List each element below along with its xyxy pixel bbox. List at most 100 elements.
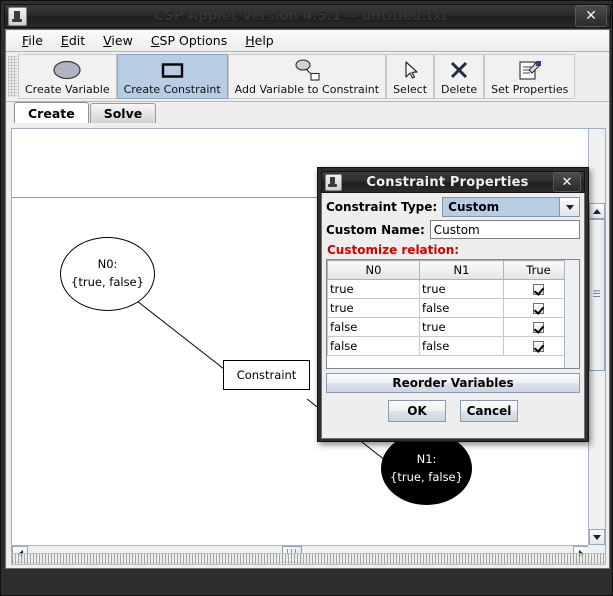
- toolbar-button-set-properties[interactable]: Set Properties: [484, 54, 576, 99]
- cell-n0[interactable]: true: [327, 298, 420, 318]
- tab-solve[interactable]: Solve: [89, 103, 157, 123]
- menu-item-csp-options-label: SP Options: [159, 33, 228, 48]
- graph-node-n0[interactable]: N0: {true, false}: [60, 237, 155, 311]
- constraint-type-value: Custom: [448, 200, 500, 214]
- graph-node-n1-title: N1:: [416, 451, 437, 466]
- constraint-properties-dialog: Constraint Properties ✕ Constraint Type:…: [317, 167, 589, 442]
- application-window: CSP Applet Version 4.5.1 -- untitled.txt…: [0, 0, 613, 596]
- relation-col-true[interactable]: True: [503, 260, 574, 280]
- menu-item-view-label: iew: [111, 33, 133, 48]
- cancel-button[interactable]: Cancel: [460, 400, 518, 422]
- cell-true[interactable]: [503, 336, 574, 356]
- cell-n1[interactable]: false: [419, 336, 504, 356]
- tab-create-label: Create: [28, 105, 75, 121]
- status-bar: [11, 553, 606, 565]
- relation-col-n1[interactable]: N1: [419, 260, 504, 280]
- table-row[interactable]: false false: [327, 336, 574, 356]
- cell-n1[interactable]: true: [419, 279, 504, 299]
- table-row[interactable]: true false: [327, 298, 574, 318]
- dialog-titlebar: Constraint Properties ✕: [321, 171, 585, 193]
- graph-constraint-box[interactable]: Constraint: [223, 360, 310, 390]
- window-titlebar: CSP Applet Version 4.5.1 -- untitled.txt…: [4, 4, 611, 28]
- toolbar: Create Variable Create Constraint Add Va…: [6, 52, 609, 102]
- chevron-down-icon[interactable]: [559, 198, 579, 216]
- relation-checkbox[interactable]: [533, 322, 544, 333]
- x-cross-icon: [448, 58, 470, 82]
- relation-table-vertical-scrollbar[interactable]: [564, 260, 579, 368]
- chevron-down-icon: [593, 534, 601, 540]
- tab-strip: Create Solve: [6, 102, 609, 123]
- graph-constraint-box-label: Constraint: [236, 368, 297, 382]
- relation-checkbox[interactable]: [533, 303, 544, 314]
- cell-n0[interactable]: true: [327, 279, 420, 299]
- toolbar-drag-handle[interactable]: [8, 56, 17, 97]
- constraint-type-select[interactable]: Custom: [442, 197, 580, 217]
- link-node-icon: [290, 58, 324, 82]
- tab-solve-label: Solve: [103, 106, 143, 121]
- ok-button[interactable]: OK: [388, 400, 446, 422]
- menu-item-file[interactable]: File: [13, 31, 52, 50]
- cell-true[interactable]: [503, 279, 574, 299]
- dialog-title: Constraint Properties: [366, 174, 529, 190]
- canvas-scroll-down-button[interactable]: [589, 529, 605, 545]
- relation-table-panel: N0 N1 True true true true false false tr…: [326, 259, 580, 369]
- graph-node-n0-title: N0:: [97, 257, 118, 272]
- table-row[interactable]: true true: [327, 279, 574, 299]
- chevron-up-icon: [593, 208, 601, 214]
- menu-item-edit[interactable]: Edit: [52, 31, 94, 50]
- java-coffee-cup-icon: [8, 6, 27, 26]
- relation-table: N0 N1 True true true true false false tr…: [327, 260, 574, 356]
- cell-n1[interactable]: true: [419, 317, 504, 337]
- menu-item-file-label: ile: [28, 33, 43, 48]
- toolbar-label-create-constraint: Create Constraint: [123, 83, 221, 96]
- reorder-variables-button[interactable]: Reorder Variables: [326, 373, 580, 393]
- constraint-type-row: Constraint Type: Custom: [326, 197, 580, 217]
- ellipse-icon: [52, 58, 82, 82]
- window-title: CSP Applet Version 4.5.1 -- untitled.txt: [154, 8, 448, 24]
- customize-relation-label: Customize relation:: [327, 243, 460, 257]
- cell-true[interactable]: [503, 317, 574, 337]
- menu-item-view[interactable]: View: [94, 31, 142, 50]
- relation-checkbox[interactable]: [533, 341, 544, 352]
- client-area: File Edit View CSP Options Help Create V…: [5, 29, 610, 569]
- canvas-scroll-up-button[interactable]: [589, 203, 605, 219]
- window-close-button[interactable]: ✕: [575, 5, 607, 27]
- relation-table-body: true true true false false true false fa…: [327, 279, 574, 356]
- dialog-button-row: OK Cancel: [326, 400, 580, 422]
- toolbar-button-add-variable-to-constraint[interactable]: Add Variable to Constraint: [227, 54, 387, 99]
- relation-col-n0[interactable]: N0: [327, 260, 420, 280]
- cell-true[interactable]: [503, 298, 574, 318]
- custom-name-input[interactable]: Custom: [429, 220, 580, 239]
- menu-item-csp-options[interactable]: CSP Options: [142, 31, 236, 50]
- dialog-body: Constraint Type: Custom Custom Name: Cus…: [321, 193, 585, 439]
- table-row[interactable]: false true: [327, 317, 574, 337]
- cell-n1[interactable]: false: [419, 298, 504, 318]
- toolbar-button-create-constraint[interactable]: Create Constraint: [116, 54, 228, 99]
- toolbar-label-set-properties: Set Properties: [491, 83, 569, 96]
- properties-sheet-icon: [517, 58, 543, 82]
- graph-node-n0-domain: {true, false}: [71, 275, 144, 289]
- graph-node-n1-domain: {true, false}: [390, 469, 463, 484]
- toolbar-button-create-variable[interactable]: Create Variable: [18, 54, 117, 99]
- cell-n0[interactable]: false: [327, 317, 420, 337]
- menu-bar: File Edit View CSP Options Help: [6, 30, 609, 52]
- menu-item-edit-label: dit: [68, 33, 86, 48]
- toolbar-label-add-variable-to-constraint: Add Variable to Constraint: [234, 83, 380, 96]
- canvas-vertical-scroll-thumb[interactable]: ☰: [589, 219, 605, 371]
- relation-table-header-row: N0 N1 True: [327, 260, 574, 280]
- custom-name-label: Custom Name:: [326, 222, 425, 237]
- tab-create[interactable]: Create: [14, 102, 89, 123]
- constraint-type-label: Constraint Type:: [326, 200, 438, 214]
- toolbar-button-select[interactable]: Select: [386, 54, 435, 99]
- dialog-close-button[interactable]: ✕: [553, 172, 581, 192]
- dialog-java-icon: [325, 173, 342, 191]
- combo-arrow: [565, 204, 574, 210]
- cell-n0[interactable]: false: [327, 336, 420, 356]
- rectangle-icon: [157, 58, 187, 82]
- menu-item-help[interactable]: Help: [236, 31, 283, 50]
- cursor-arrow-icon: [400, 58, 420, 82]
- graph-node-n1[interactable]: N1: {true, false}: [381, 432, 472, 505]
- canvas-vertical-scrollbar[interactable]: ☰: [588, 129, 605, 545]
- relation-checkbox[interactable]: [533, 284, 544, 295]
- toolbar-button-delete[interactable]: Delete: [434, 54, 485, 99]
